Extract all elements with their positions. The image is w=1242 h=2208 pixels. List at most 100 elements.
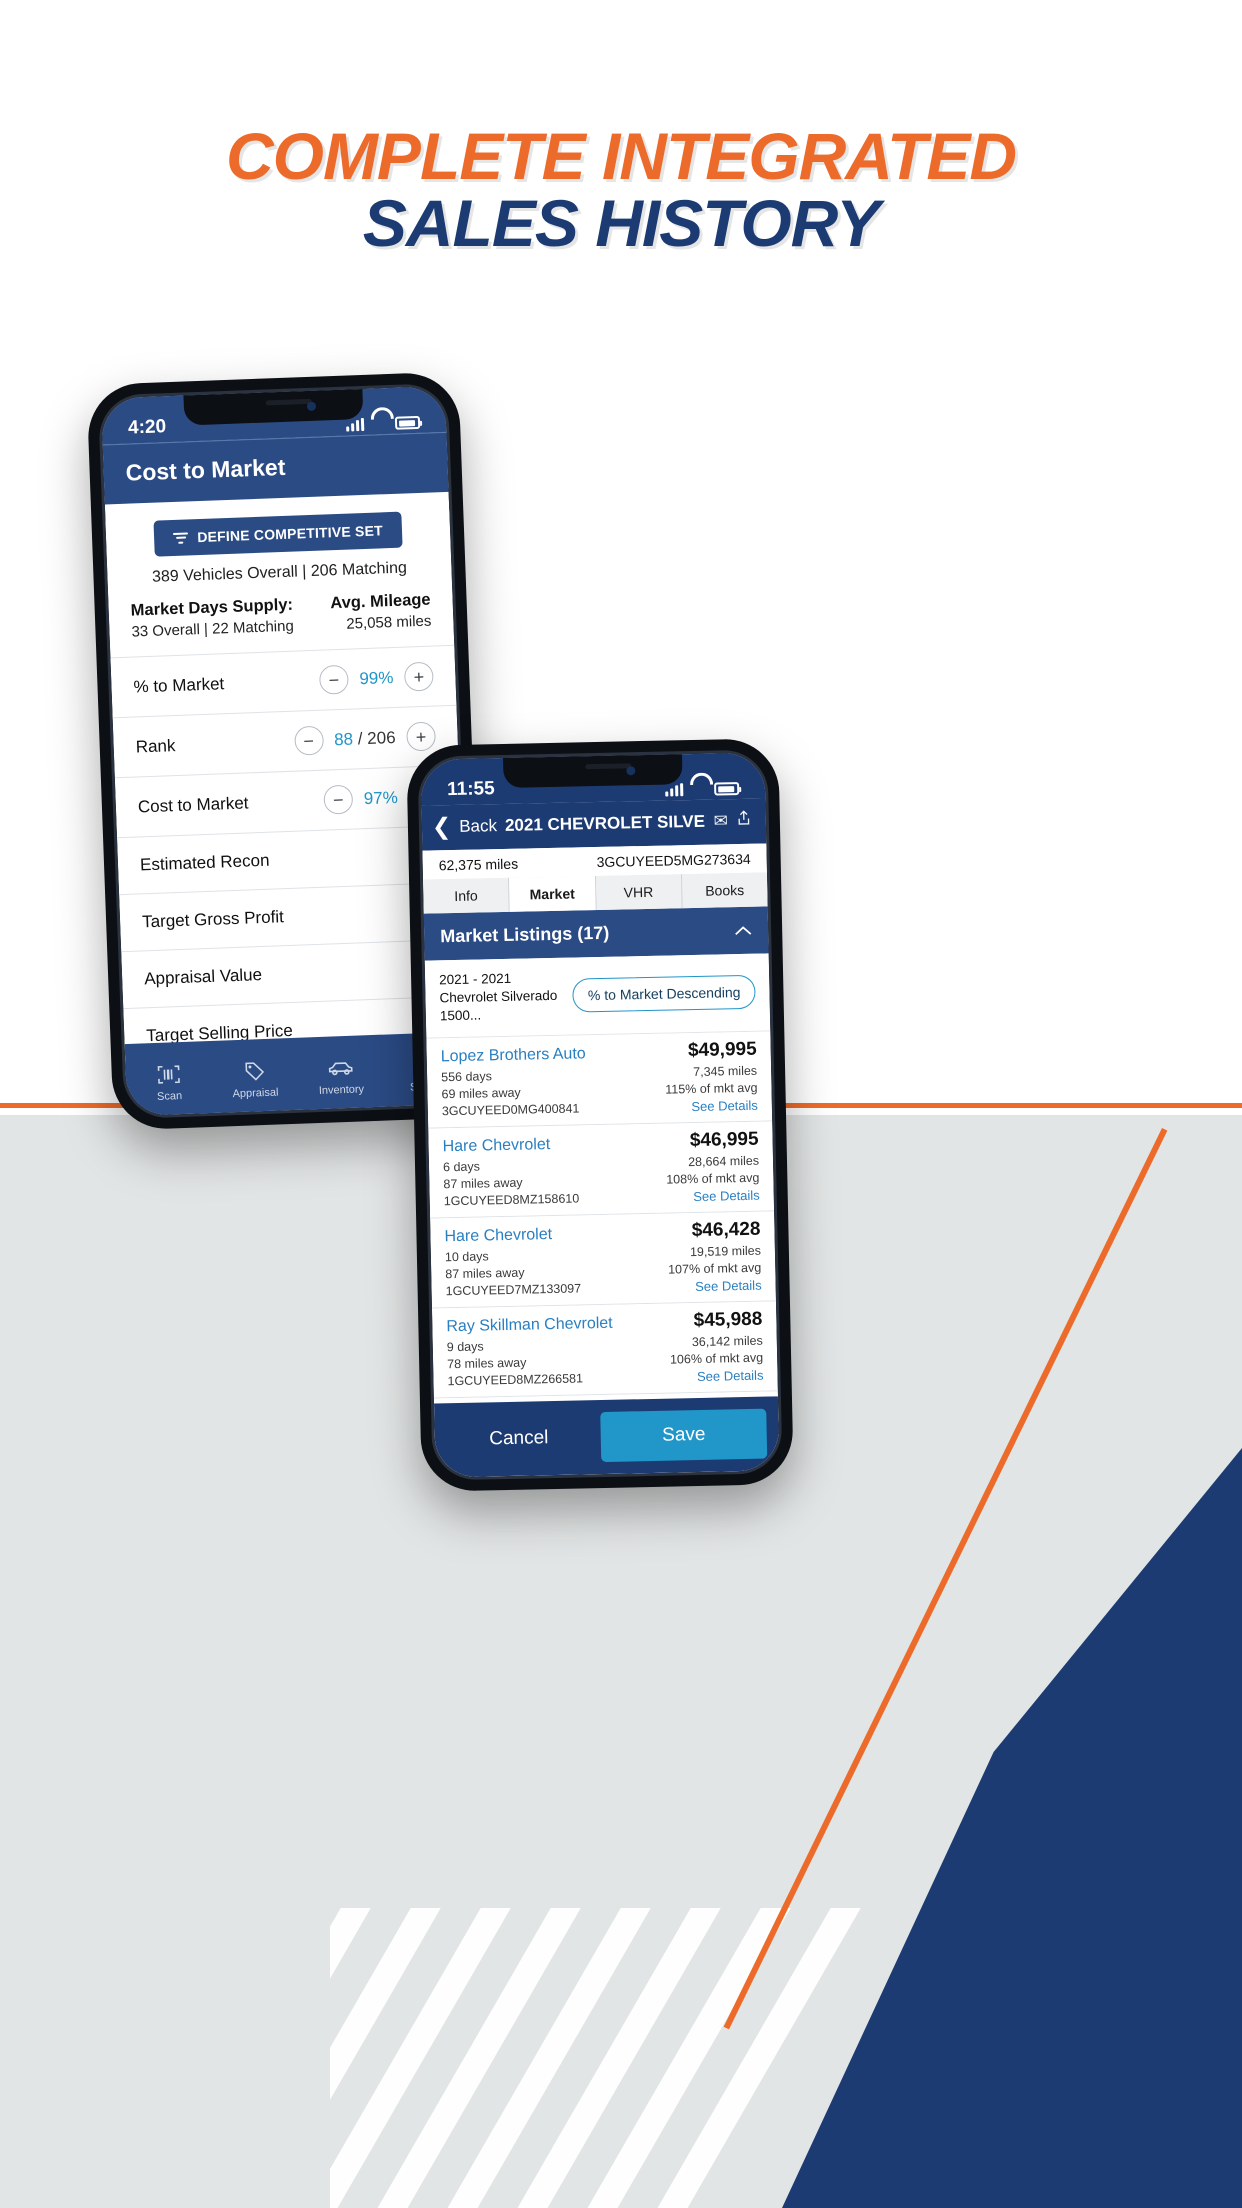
tag-icon	[211, 1056, 298, 1085]
listing-distance: 69 miles away	[441, 1085, 521, 1101]
cancel-button[interactable]: Cancel	[447, 1426, 592, 1451]
chevron-up-icon[interactable]	[734, 920, 752, 941]
phone2-screen: 11:55 ❮ Back 2021 CHEVROLET SILVER... ✉	[420, 752, 780, 1481]
list-item[interactable]: Lopez Brothers Auto $49,995 556 days 7,345…	[426, 1031, 773, 1129]
tab-label: Inventory	[318, 1082, 365, 1097]
increment-button[interactable]: +	[406, 721, 437, 752]
dealer-name[interactable]: Ray Skillman Chevrolet	[446, 1314, 613, 1335]
stepper-value-text: 99%	[359, 667, 394, 688]
sort-order-button[interactable]: % to Market Descending	[572, 975, 756, 1013]
wifi-icon	[371, 417, 388, 431]
dealer-name[interactable]: Lopez Brothers Auto	[441, 1045, 586, 1066]
pct-of-market-avg: 107% of mkt avg	[667, 1260, 762, 1277]
stepper-control: − 99% +	[318, 661, 434, 695]
listing-miles: 36,142 miles	[691, 1333, 763, 1349]
tab-label: Appraisal	[232, 1086, 279, 1100]
share-icon[interactable]	[736, 809, 752, 832]
status-time: 4:20	[127, 416, 167, 439]
phone2-footer-actions: Cancel Save	[434, 1396, 780, 1478]
listing-price: $46,428	[691, 1218, 761, 1241]
listing-distance: 87 miles away	[443, 1175, 523, 1191]
listing-miles: 19,519 miles	[689, 1243, 762, 1259]
status-indicators	[665, 782, 740, 797]
listing-distance: 87 miles away	[445, 1265, 525, 1281]
listing-price: $45,988	[693, 1308, 763, 1331]
decrement-button[interactable]: −	[293, 725, 324, 756]
decrement-button[interactable]: −	[318, 664, 349, 695]
detail-tabs: Info Market VHR Books	[423, 872, 768, 914]
row-label: Estimated Recon	[139, 850, 270, 875]
stepper-value-text: 88	[333, 729, 354, 749]
see-details-link[interactable]: See Details	[691, 1097, 758, 1113]
dealer-name[interactable]: Hare Chevrolet	[442, 1136, 550, 1156]
phone2-notch	[503, 754, 683, 788]
pct-of-market-avg: 115% of mkt avg	[665, 1080, 758, 1097]
dealer-name[interactable]: Hare Chevrolet	[444, 1226, 552, 1246]
see-details-link[interactable]: See Details	[697, 1367, 764, 1383]
page-title: Cost to Market	[102, 431, 449, 505]
tab-inventory[interactable]: Inventory	[297, 1053, 384, 1097]
mileage-label: Avg. Mileage	[330, 590, 431, 613]
filter-model: Chevrolet Silverado 1500...	[439, 988, 558, 1024]
orange-diagonal-accent	[723, 1128, 1242, 2030]
filter-icon	[173, 529, 189, 546]
back-button[interactable]: Back	[459, 816, 497, 837]
vehicle-miles: 62,375 miles	[438, 855, 519, 874]
car-icon	[297, 1053, 384, 1082]
decrement-button[interactable]: −	[323, 784, 354, 815]
tab-market[interactable]: Market	[509, 876, 597, 912]
speaker-grill	[585, 763, 632, 770]
barcode-scan-icon	[125, 1059, 212, 1088]
status-indicators	[346, 415, 421, 432]
listing-miles: 28,664 miles	[687, 1153, 760, 1169]
chevron-left-icon[interactable]: ❮	[432, 813, 452, 839]
row-label: Appraisal Value	[143, 965, 263, 989]
days-on-market: 6 days	[442, 1159, 481, 1174]
status-time: 11:55	[446, 778, 495, 801]
pct-of-market-avg: 106% of mkt avg	[669, 1350, 764, 1367]
filter-summary-row: 2021 - 2021 Chevrolet Silverado 1500... …	[424, 953, 771, 1039]
stepper-value-text: 97%	[363, 787, 399, 808]
listing-vin: 1GCUYEED8MZ158610	[443, 1191, 580, 1208]
days-on-market: 10 days	[444, 1249, 489, 1264]
speaker-grill	[265, 398, 313, 406]
save-button[interactable]: Save	[600, 1408, 768, 1463]
listing-vin: 1GCUYEED7MZ133097	[445, 1281, 582, 1298]
vehicle-title: 2021 CHEVROLET SILVER...	[504, 811, 706, 835]
list-item[interactable]: Hare Chevrolet $46,995 6 days 28,664 miles…	[428, 1121, 775, 1219]
tab-books[interactable]: Books	[681, 872, 768, 909]
filter-text: 2021 - 2021 Chevrolet Silverado 1500...	[439, 969, 574, 1026]
phone-mockup-market-listings: 11:55 ❮ Back 2021 CHEVROLET SILVER... ✉	[406, 738, 794, 1492]
see-details-link[interactable]: See Details	[695, 1277, 762, 1293]
tab-scan[interactable]: Scan	[125, 1059, 212, 1103]
increment-button[interactable]: +	[403, 661, 434, 692]
list-item[interactable]: Hare Chevrolet $46,428 10 days 19,519 mile…	[430, 1211, 776, 1309]
envelope-icon[interactable]: ✉	[713, 811, 728, 831]
listing-vin: 1GCUYEED8MZ266581	[447, 1371, 584, 1388]
list-item[interactable]: Ray Skillman Chevrolet $45,988 9 days 36,1…	[432, 1301, 778, 1399]
row-label: Rank	[135, 735, 176, 756]
row-label: % to Market	[133, 673, 225, 697]
mileage-value: 25,058 miles	[346, 612, 432, 633]
tab-vhr[interactable]: VHR	[595, 874, 683, 911]
see-details-link[interactable]: See Details	[693, 1187, 760, 1203]
front-camera	[307, 401, 317, 411]
listing-price: $46,995	[689, 1128, 759, 1151]
tab-info[interactable]: Info	[423, 877, 510, 914]
section-title: Market Listings (17)	[440, 922, 610, 947]
row-label: Cost to Market	[137, 792, 249, 816]
listing-price: $49,995	[687, 1038, 757, 1061]
headline-line-2: SALES HISTORY	[362, 186, 880, 260]
define-button-label: DEFINE COMPETITIVE SET	[196, 522, 384, 546]
wifi-icon	[690, 783, 707, 796]
cellular-signal-icon	[665, 783, 684, 797]
market-listings-section-header[interactable]: Market Listings (17)	[423, 906, 769, 961]
pct-of-market-avg: 108% of mkt avg	[666, 1170, 760, 1187]
stepper-value-suffix: / 206	[352, 727, 396, 749]
tab-appraisal[interactable]: Appraisal	[211, 1056, 298, 1100]
front-camera	[626, 766, 636, 776]
stepper-value: 88 / 206	[334, 727, 396, 749]
stepper-control: − 88 / 206 +	[293, 721, 437, 756]
stepper-value: 97%	[363, 787, 398, 808]
cellular-signal-icon	[346, 417, 365, 432]
